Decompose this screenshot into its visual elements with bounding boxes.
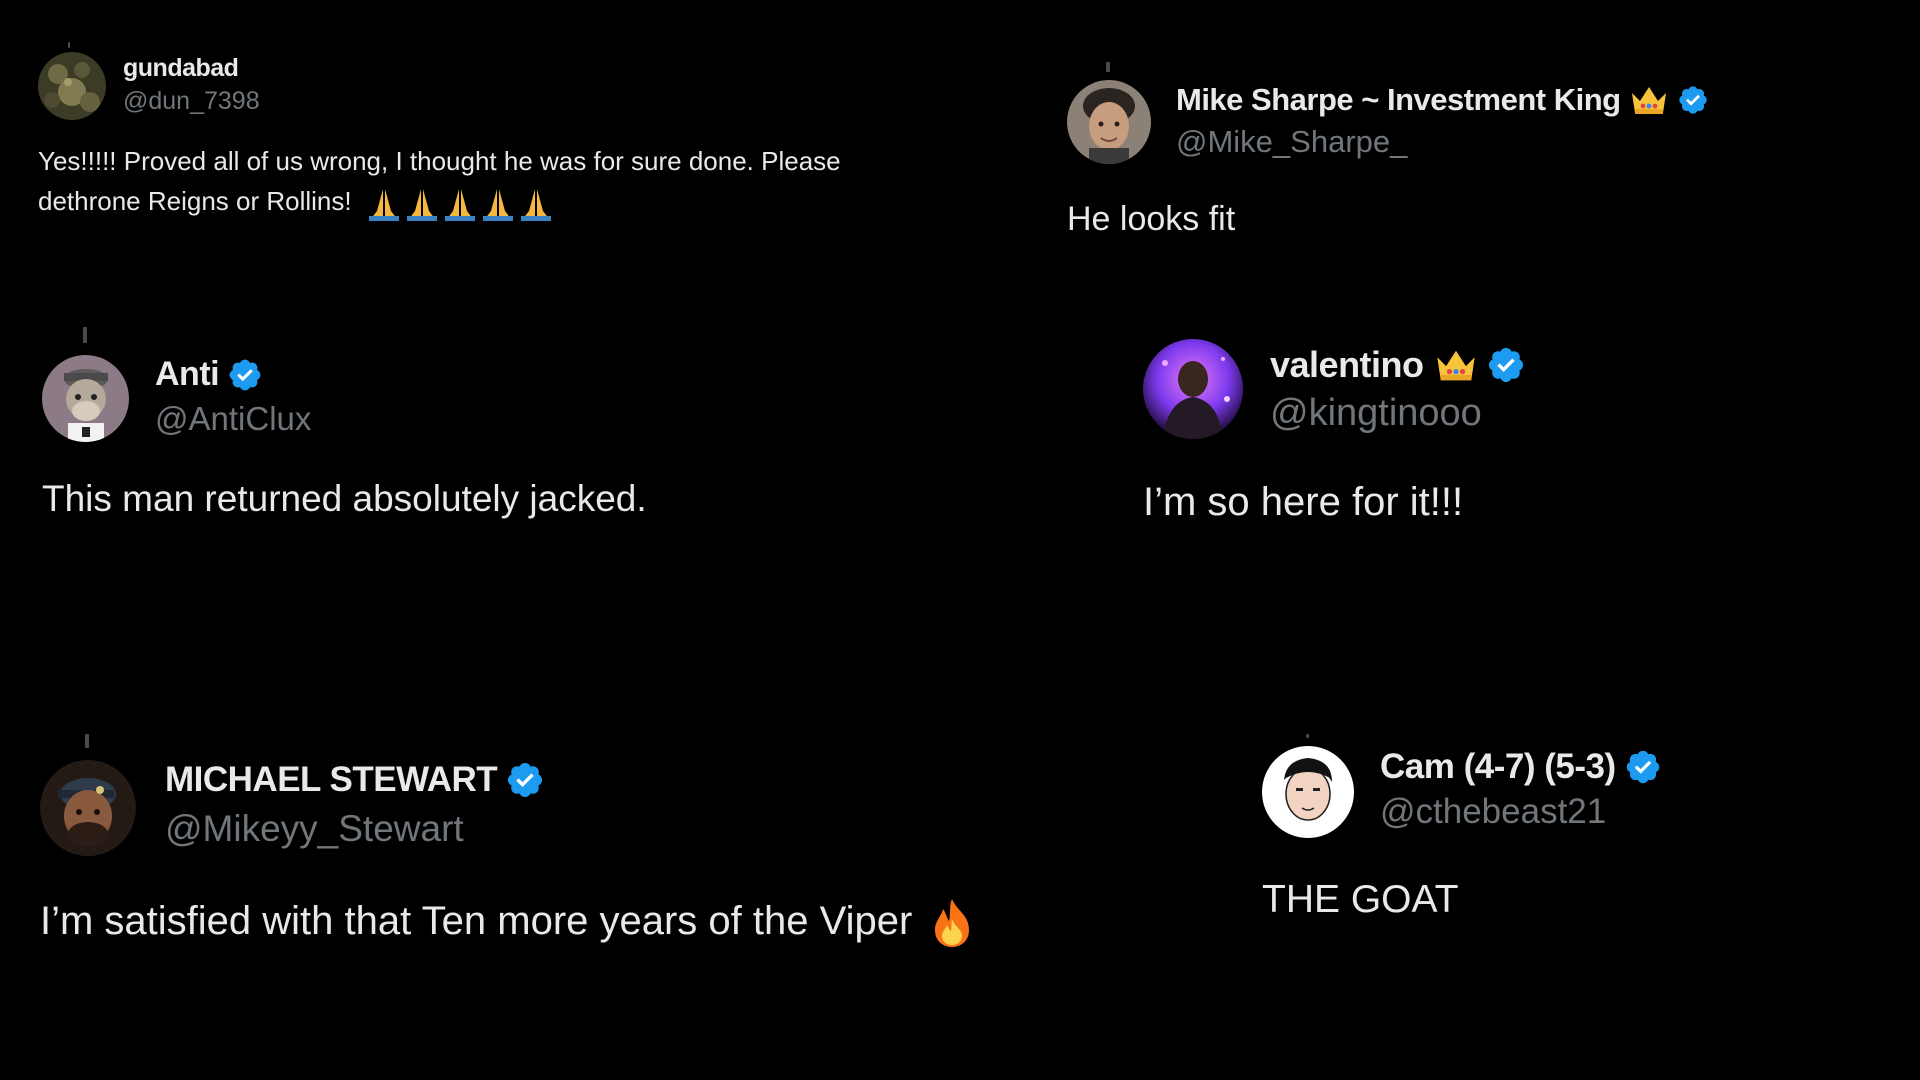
reply-text: Yes!!!!! Proved all of us wrong, I thoug… (38, 141, 998, 222)
reply-text-line: Yes!!!!! Proved all of us wrong, I thoug… (38, 146, 841, 176)
reply-anti[interactable]: Anti @AntiClux This man returned absolut… (0, 320, 1000, 570)
verified-badge-icon[interactable] (227, 357, 263, 393)
name-row: Anti (155, 355, 263, 394)
avatar[interactable] (1067, 80, 1151, 164)
handle[interactable]: @Mike_Sharpe_ (1176, 124, 1407, 160)
display-name[interactable]: gundabad (123, 54, 239, 83)
folded-hands-icon (365, 185, 555, 222)
reply-mike-sharpe[interactable]: Mike Sharpe ~ Investment King @Mike_Shar… (1040, 0, 1920, 270)
reply-text: I’m so here for it!!! (1143, 480, 1464, 524)
reply-text: THE GOAT (1262, 878, 1459, 921)
thread-connector (85, 734, 89, 748)
verified-badge-icon[interactable] (1677, 84, 1709, 116)
avatar[interactable] (38, 52, 106, 120)
reply-text: This man returned absolutely jacked. (42, 478, 647, 519)
reply-collage: gundabad @dun_7398 Yes!!!!! Proved all o… (0, 0, 1920, 1080)
reply-gundabad[interactable]: gundabad @dun_7398 Yes!!!!! Proved all o… (0, 0, 1000, 260)
handle[interactable]: @kingtinooo (1270, 392, 1482, 435)
handle[interactable]: @Mikeyy_Stewart (165, 808, 464, 850)
name-row: gundabad (123, 54, 239, 83)
reply-text-content: I’m satisfied with that Ten more years o… (40, 899, 913, 943)
verified-badge-icon[interactable] (505, 760, 545, 800)
handle[interactable]: @dun_7398 (123, 87, 260, 116)
reply-text-line: dethrone Reigns or Rollins! (38, 186, 352, 216)
handle[interactable]: @cthebeast21 (1380, 792, 1606, 832)
verified-badge-icon[interactable] (1624, 748, 1662, 786)
avatar[interactable] (42, 355, 129, 442)
reply-text: I’m satisfied with that Ten more years o… (40, 894, 975, 949)
thread-connector (1106, 62, 1110, 72)
avatar[interactable] (40, 760, 136, 856)
display-name[interactable]: MICHAEL STEWART (165, 760, 498, 800)
name-row: Mike Sharpe ~ Investment King (1176, 82, 1709, 118)
name-row: valentino (1270, 344, 1526, 386)
avatar[interactable] (1262, 746, 1354, 838)
thread-connector (1306, 734, 1309, 738)
display-name[interactable]: valentino (1270, 344, 1424, 386)
verified-badge-icon[interactable] (1486, 345, 1526, 385)
display-name[interactable]: Anti (155, 355, 220, 394)
display-name[interactable]: Mike Sharpe ~ Investment King (1176, 82, 1621, 118)
display-name[interactable]: Cam (4-7) (5-3) (1380, 747, 1616, 787)
thread-connector (68, 42, 70, 48)
crown-icon (1629, 83, 1669, 117)
reply-cam[interactable]: Cam (4-7) (5-3) @cthebeast21 THE GOAT (1220, 720, 1920, 980)
thread-connector (83, 327, 87, 343)
reply-valentino[interactable]: valentino @kingtinooo I’m so here for it… (1100, 320, 1920, 570)
reply-michael-stewart[interactable]: MICHAEL STEWART @Mikeyy_Stewart I’m sati… (0, 720, 1100, 980)
reply-text: He looks fit (1067, 200, 1236, 238)
handle[interactable]: @AntiClux (155, 400, 311, 438)
name-row: MICHAEL STEWART (165, 760, 545, 800)
crown-icon (1434, 346, 1478, 384)
fire-icon (929, 897, 975, 949)
avatar[interactable] (1143, 339, 1243, 439)
name-row: Cam (4-7) (5-3) (1380, 747, 1662, 787)
